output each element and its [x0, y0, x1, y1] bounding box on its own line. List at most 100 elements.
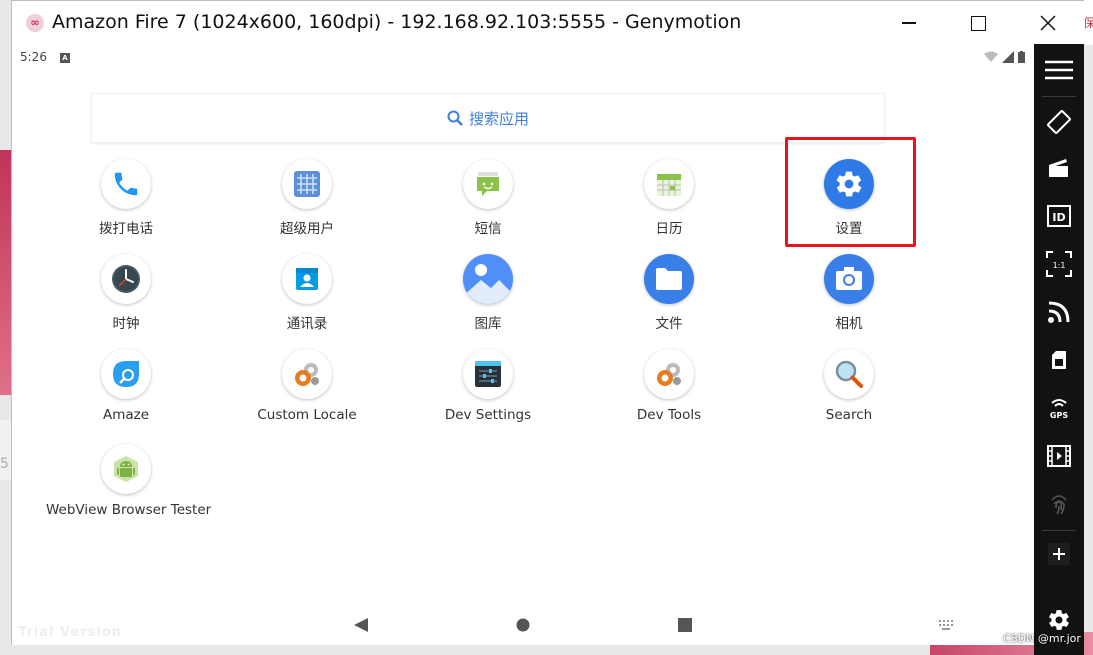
rotate-button[interactable]	[1034, 104, 1084, 140]
wifi-icon	[984, 51, 998, 62]
app-label: 日历	[655, 221, 683, 237]
app-contacts[interactable]: 通讯录	[227, 254, 387, 332]
csdn-watermark: CSDN @mr.jor	[1003, 632, 1081, 645]
app-label: 超级用户	[280, 221, 334, 237]
app-camera[interactable]: 相机	[769, 254, 929, 332]
plus-icon	[1048, 543, 1070, 565]
keyboard-icon	[939, 620, 953, 630]
app-custom-locale[interactable]: Custom Locale	[227, 349, 387, 423]
home-icon	[516, 618, 530, 632]
pixel-perfect-icon: 1:1	[1046, 251, 1072, 277]
recents-button[interactable]	[673, 613, 697, 637]
close-button[interactable]	[1028, 7, 1068, 39]
app-phone[interactable]: 拨打电话	[46, 159, 206, 237]
status-time: 5:26	[20, 50, 47, 64]
background-char: 5	[0, 456, 9, 472]
title-bar[interactable]: ∞ Amazon Fire 7 (1024x600, 160dpi) - 192…	[12, 1, 1085, 45]
app-label: 通讯录	[286, 316, 328, 332]
svg-text:GPS: GPS	[1050, 411, 1068, 419]
app-label: 相机	[835, 316, 863, 332]
menu-button[interactable]	[1034, 52, 1084, 88]
app-clock[interactable]: 时钟	[46, 254, 206, 332]
settings-highlight-box	[785, 137, 916, 247]
app-label: WebView Browser Tester	[46, 502, 212, 518]
app-label: 短信	[474, 221, 502, 237]
app-webview-tester[interactable]: WebView Browser Tester	[46, 444, 212, 518]
app-messages[interactable]: 短信	[408, 159, 568, 237]
amaze-icon	[101, 349, 151, 399]
minimize-button[interactable]	[889, 7, 929, 39]
rss-icon	[1048, 301, 1070, 323]
search-icon	[447, 110, 463, 126]
gps-button[interactable]: GPS	[1034, 390, 1084, 426]
clapperboard-icon	[1049, 159, 1068, 177]
genymotion-window: ∞ Amazon Fire 7 (1024x600, 160dpi) - 192…	[11, 0, 1085, 645]
keyboard-button[interactable]	[934, 613, 958, 637]
maximize-icon	[970, 15, 986, 31]
status-icons	[984, 51, 1025, 63]
app-label: 拨打电话	[99, 221, 153, 237]
sim-card-icon	[1052, 351, 1066, 369]
app-label: Custom Locale	[257, 407, 357, 423]
sim-button[interactable]	[1034, 342, 1084, 378]
app-dev-tools[interactable]: Dev Tools	[589, 349, 749, 423]
app-label: Search	[825, 407, 873, 423]
app-calendar[interactable]: 日历	[589, 159, 749, 237]
close-icon	[1040, 15, 1056, 31]
grid-icon	[282, 159, 332, 209]
android-screen[interactable]: 5:26 A 搜索应用 拨打电话 超级用户 短信 日历 设置 时钟 通讯录 图库…	[12, 45, 1035, 645]
app-dev-settings[interactable]: Dev Settings	[408, 349, 568, 423]
gallery-icon	[463, 254, 513, 304]
app-search[interactable]: Search	[769, 349, 929, 423]
media-button[interactable]	[1034, 438, 1084, 474]
gear-icon	[1049, 610, 1069, 630]
toolbar-separator	[1042, 96, 1076, 97]
film-icon	[1047, 445, 1071, 467]
status-bar: 5:26 A	[12, 45, 1035, 71]
menu-icon	[1045, 60, 1073, 80]
svg-text:1:1: 1:1	[1053, 261, 1066, 270]
app-label: Dev Tools	[636, 407, 702, 423]
app-files[interactable]: 文件	[589, 254, 749, 332]
calendar-icon	[644, 159, 694, 209]
svg-text:ID: ID	[1052, 211, 1065, 224]
screencast-button[interactable]	[1034, 150, 1084, 186]
rotate-icon	[1047, 110, 1071, 134]
back-button[interactable]	[349, 613, 373, 637]
app-label: 图库	[474, 316, 502, 332]
settings-cog-icon	[282, 349, 332, 399]
app-gallery[interactable]: 图库	[408, 254, 568, 332]
app-amaze[interactable]: Amaze	[46, 349, 206, 423]
navigation-bar	[12, 605, 1035, 645]
camera-icon	[824, 254, 874, 304]
recents-icon	[678, 618, 692, 632]
magnifier-icon	[824, 349, 874, 399]
app-label: 文件	[655, 316, 683, 332]
phone-icon	[101, 159, 151, 209]
network-button[interactable]	[1034, 294, 1084, 330]
genymotion-logo-icon: ∞	[26, 14, 44, 32]
minimize-icon	[902, 22, 916, 24]
toolbar-separator	[1042, 530, 1076, 531]
app-search-box[interactable]: 搜索应用	[91, 93, 885, 143]
back-icon	[354, 618, 368, 632]
identifiers-button[interactable]: ID	[1034, 198, 1084, 234]
app-label: Amaze	[102, 407, 150, 423]
signal-icon	[1002, 51, 1014, 63]
clock-icon	[101, 254, 151, 304]
search-label: 搜索应用	[468, 109, 529, 128]
home-button[interactable]	[511, 613, 535, 637]
notification-icon: A	[60, 53, 70, 63]
pixel-perfect-button[interactable]: 1:1	[1034, 246, 1084, 282]
app-superuser[interactable]: 超级用户	[227, 159, 387, 237]
window-title: Amazon Fire 7 (1024x600, 160dpi) - 192.1…	[52, 11, 742, 33]
message-icon	[463, 159, 513, 209]
genymotion-toolbar: ID 1:1 GPS	[1034, 44, 1084, 655]
android-icon	[101, 444, 151, 494]
add-widget-button[interactable]	[1034, 536, 1084, 572]
settings-cog-icon	[644, 349, 694, 399]
battery-icon	[1018, 51, 1025, 63]
app-label: Dev Settings	[444, 407, 532, 423]
biometrics-button[interactable]	[1034, 486, 1084, 522]
maximize-button[interactable]	[958, 7, 998, 39]
